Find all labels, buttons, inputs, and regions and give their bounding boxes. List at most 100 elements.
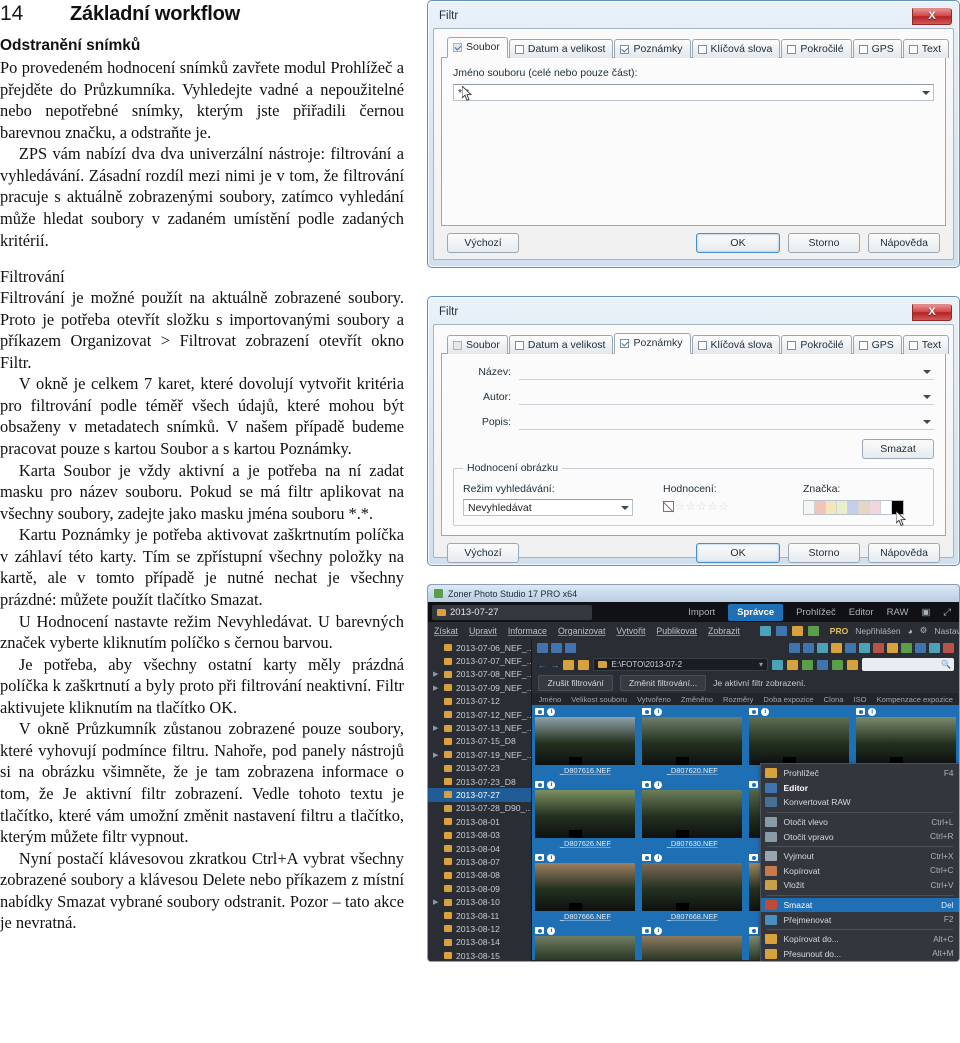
folder-tree-item[interactable]: ▶ 2013-08-10 [428,895,531,908]
tab-checkbox[interactable] [787,340,797,350]
info-icon[interactable]: i [547,853,556,862]
grid-icon[interactable] [807,625,819,636]
share-icon[interactable] [859,642,870,653]
edit-icon[interactable] [901,642,912,653]
color-swatch[interactable] [837,501,848,514]
dialog1-ok-button[interactable]: OK [696,233,780,253]
context-menu-item[interactable]: Vyjmout Ctrl+X [761,849,959,864]
context-menu-item[interactable]: Otočit vpravo Ctrl+R [761,829,959,844]
context-menu-item[interactable]: Kopírovat do... Alt+C [761,932,959,947]
column-header[interactable]: Rozměry [723,695,753,704]
chevron-down-icon[interactable] [923,419,931,424]
folder-tree-item[interactable]: 2013-07-07_NEF_... [428,654,531,667]
settings-label[interactable]: Nastavení [934,626,959,636]
display-mode-icon[interactable] [832,659,843,670]
tab-pozn-mky[interactable]: Poznámky [614,333,691,354]
context-menu-item[interactable]: Přejmenovat F2 [761,912,959,927]
expand-arrow-icon[interactable]: ▶ [433,898,440,906]
tab-checkbox[interactable] [787,44,797,54]
account-label[interactable]: Nepřihlášen [855,626,900,636]
info-icon[interactable]: i [654,853,663,862]
folder-tree-item[interactable]: 2013-08-03 [428,828,531,841]
folder-tree-item[interactable]: 2013-08-15 [428,949,531,961]
column-header[interactable]: Velikost souboru [571,695,627,704]
tab-pokro-il-[interactable]: Pokročilé [781,39,852,58]
change-filter-button[interactable]: Změnit filtrování... [619,675,707,691]
folder-view-icon[interactable] [847,659,858,670]
dialog2-ok-button[interactable]: OK [696,543,780,563]
chevron-down-icon[interactable] [923,394,931,399]
delete-icon[interactable] [943,642,954,653]
info-icon[interactable]: i [547,707,556,716]
notes-field-combo[interactable] [519,389,934,405]
menu-vytvořit[interactable]: Vytvořit [616,626,645,636]
folder-tree-item[interactable]: 2013-08-07 [428,855,531,868]
folder-tree-item[interactable]: 2013-08-09 [428,882,531,895]
column-header[interactable]: Jméno [538,695,561,704]
thumbnail-item[interactable]: i _D807630.NEF [639,778,746,850]
info-icon[interactable]: i [654,780,663,789]
tab-gps[interactable]: GPS [852,39,902,58]
module-tab-správce[interactable]: Správce [728,603,784,621]
tab-checkbox[interactable] [908,44,918,54]
dialog1-cancel-button[interactable]: Storno [788,233,860,253]
star-icon[interactable]: ☆ [708,500,718,513]
color-swatch[interactable] [848,501,859,514]
tab-pozn-mky[interactable]: Poznámky [614,39,691,58]
module-tab-editor[interactable]: Editor [849,607,874,618]
chevron-down-icon[interactable] [922,90,930,95]
thumbnail-item[interactable]: i _D807616.NEF [532,705,639,777]
home-folder-icon[interactable] [578,659,590,670]
folder-tree-item[interactable]: ▶ 2013-07-13_NEF_... [428,721,531,734]
print-icon[interactable] [817,642,828,653]
context-menu-item[interactable]: Konvertovat RAW [761,795,959,810]
rss-icon[interactable]: ◕ [908,626,913,636]
tab-text[interactable]: Text [902,335,950,354]
tab-checkbox[interactable] [697,44,707,54]
tab-pokro-il-[interactable]: Pokročilé [781,335,852,354]
column-header[interactable]: Doba expozice [763,695,813,704]
tab-soubor[interactable]: Soubor [447,37,508,58]
info-icon[interactable]: i [547,780,556,789]
column-headers[interactable]: Jméno Velikost souboru Vytvořeno Změněno Roz… [532,693,959,705]
star-icon[interactable]: ☆ [697,500,707,513]
tab-datum-a-velikost[interactable]: Datum a velikost [508,39,614,58]
zoom-slider-icon[interactable] [817,659,828,670]
up-folder-icon[interactable] [563,659,575,670]
color-swatch[interactable] [870,501,881,514]
thumbnail-item[interactable]: i _D807620.NEF [639,705,746,777]
view-thumbnails-icon[interactable] [537,642,549,653]
cancel-filter-button[interactable]: Zrušit filtrování [538,675,613,691]
color-swatch[interactable] [815,501,826,514]
menu-zobrazit[interactable]: Zobrazit [708,626,740,636]
menu-informace[interactable]: Informace [508,626,547,636]
notes-field-combo[interactable] [519,414,934,430]
expand-arrow-icon[interactable]: ▶ [433,724,440,732]
tab-checkbox[interactable] [858,340,868,350]
context-menu-item[interactable]: Editor [761,781,959,796]
search-icon[interactable] [775,625,787,636]
color-swatch[interactable] [804,501,815,514]
sync-icon[interactable] [772,659,783,670]
folder-tree-sidebar[interactable]: 2013-07-06_NEF_... 2013-07-07_NEF_... ▶ 201… [428,639,533,961]
tab-checkbox[interactable] [453,42,462,52]
slideshow-icon[interactable] [845,642,856,653]
context-menu-item[interactable]: Vložit Ctrl+V [761,878,959,893]
camera-icon[interactable] [759,625,771,636]
sort-order-icon[interactable] [802,659,813,670]
search-input[interactable]: 🔍 [862,658,954,671]
menu-organizovat[interactable]: Organizovat [558,626,605,636]
dialog2-help-button[interactable]: Nápověda [868,543,940,563]
folder-tree-item[interactable]: 2013-07-23_D8 [428,775,531,788]
tab-soubor[interactable]: Soubor [447,335,508,354]
close-icon[interactable]: X [912,7,952,25]
tag-icon[interactable] [873,642,884,653]
color-mark-swatches[interactable] [803,500,904,515]
chevron-down-icon[interactable] [923,369,931,374]
folder-tree-item[interactable]: 2013-08-14 [428,936,531,949]
clear-notes-button[interactable]: Smazat [862,439,934,459]
info-icon[interactable]: i [868,707,877,716]
column-header[interactable]: ISO [854,695,867,704]
gear-icon[interactable]: ⚙ [920,625,928,636]
color-swatch[interactable] [881,501,892,514]
